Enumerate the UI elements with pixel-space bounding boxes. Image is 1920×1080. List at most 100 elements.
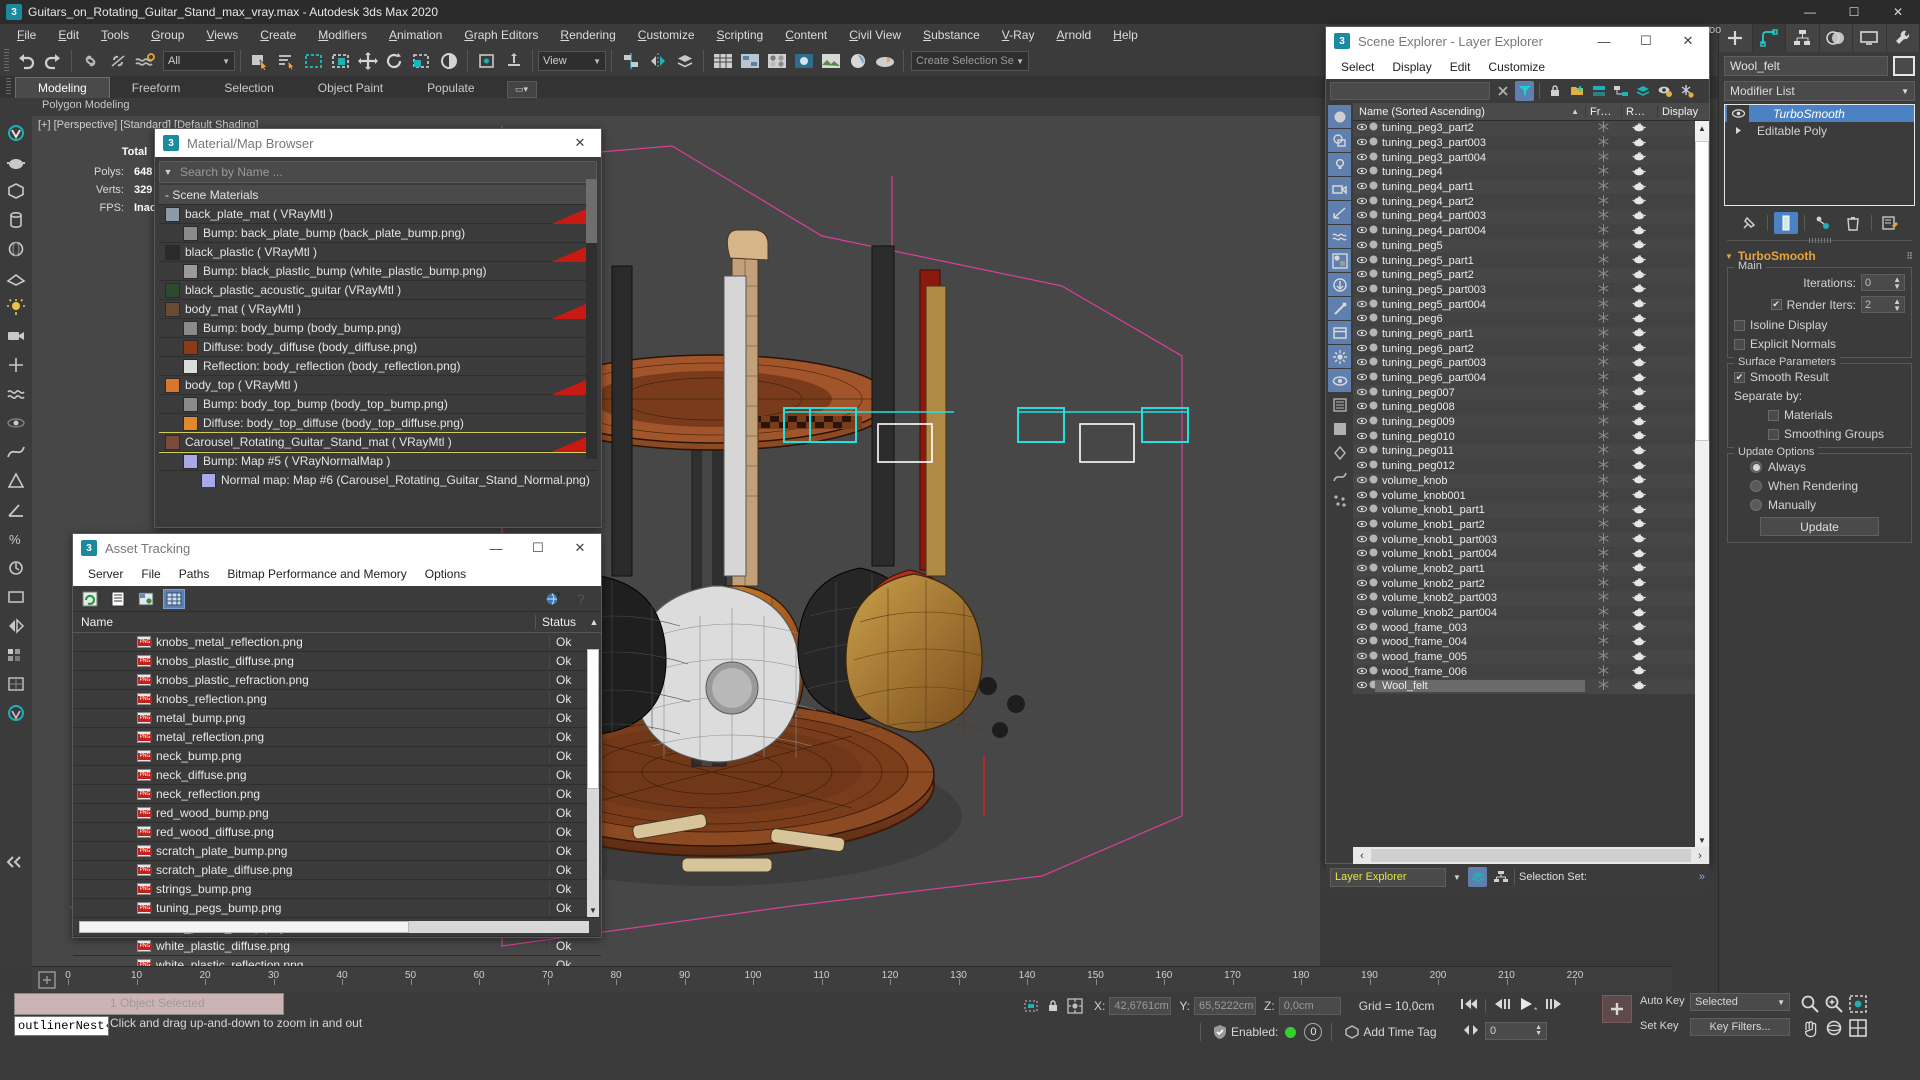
pan-view-icon[interactable] <box>1800 1018 1820 1041</box>
sphere-icon[interactable] <box>3 236 29 262</box>
chevron-down-icon[interactable]: ▼ <box>1450 873 1464 882</box>
visibility-eye-icon[interactable] <box>1356 519 1368 531</box>
scene-explorer-window[interactable]: 3 Scene Explorer - Layer Explorer — ☐ ✕ … <box>1325 26 1710 890</box>
column-name[interactable]: Name (Sorted Ascending) <box>1353 106 1571 118</box>
scene-explorer-row[interactable]: tuning_peg007 <box>1353 385 1709 401</box>
visibility-eye-icon[interactable] <box>1356 137 1368 149</box>
array-icon[interactable] <box>3 642 29 668</box>
scene-explorer-rows[interactable]: tuning_peg3_part2 tuning_peg3_part003 tuni… <box>1353 121 1709 694</box>
ribbon-tab-object-paint[interactable]: Object Paint <box>296 78 405 98</box>
layer-list-toggle-icon[interactable] <box>1468 867 1487 887</box>
frozen-cell[interactable] <box>1585 459 1621 473</box>
frozen-cell[interactable] <box>1585 268 1621 282</box>
scene-explorer-find-input[interactable] <box>1330 82 1490 100</box>
scene-object-name[interactable]: tuning_peg5_part003 <box>1375 284 1585 296</box>
key-filters-combo[interactable]: Selected ▼ <box>1690 993 1790 1011</box>
frozen-cell[interactable] <box>1585 650 1621 664</box>
manually-row[interactable]: Manually <box>1734 498 1905 512</box>
renderable-cell[interactable] <box>1621 181 1657 194</box>
filter-all-icon[interactable] <box>1328 105 1351 128</box>
scene-object-name[interactable]: volume_knob001 <box>1375 490 1585 502</box>
scroll-right-icon[interactable]: › <box>1691 850 1709 862</box>
orbit-icon[interactable] <box>1824 1018 1844 1041</box>
scene-explorer-row[interactable]: wood_frame_004 <box>1353 635 1709 650</box>
frozen-cell[interactable] <box>1585 312 1621 326</box>
renderable-cell[interactable] <box>1621 518 1657 531</box>
scene-object-name[interactable]: tuning_peg5_part2 <box>1375 269 1585 281</box>
material-row[interactable]: back_plate_mat ( VRayMtl ) <box>159 205 597 224</box>
smooth-result-checkbox[interactable]: ✔ <box>1734 371 1745 383</box>
asset-horizontal-scrollbar[interactable] <box>79 921 589 933</box>
menu-item-tools[interactable]: Tools <box>90 26 140 44</box>
menu-item-graph-editors[interactable]: Graph Editors <box>453 26 549 44</box>
renderable-cell[interactable] <box>1621 636 1657 649</box>
named-selection-sets-combo[interactable]: Create Selection Se ▼ <box>911 51 1029 71</box>
scene-object-name[interactable]: tuning_peg011 <box>1375 445 1585 457</box>
frozen-cell[interactable] <box>1585 517 1621 532</box>
scene-explorer-row[interactable]: tuning_peg3_part2 <box>1353 121 1709 136</box>
menu-item-rendering[interactable]: Rendering <box>549 26 626 44</box>
render-production-icon[interactable] <box>844 48 871 74</box>
helper-icon[interactable] <box>3 352 29 378</box>
add-layer-icon[interactable] <box>1567 81 1586 101</box>
asset-row[interactable]: knobs_reflection.pngOk <box>73 690 601 709</box>
visibility-eye-icon[interactable] <box>1356 504 1368 516</box>
scene-explorer-row[interactable]: Wool_felt <box>1353 679 1709 694</box>
bind-to-space-warp-icon[interactable] <box>131 48 158 74</box>
scene-explorer-row[interactable]: tuning_peg4_part2 <box>1353 194 1709 210</box>
menu-item-v-ray[interactable]: V-Ray <box>991 26 1046 44</box>
asset-tracking-minimize-button[interactable]: — <box>475 534 517 562</box>
scroll-up-icon[interactable]: ▲ <box>1695 121 1709 135</box>
help-question-icon[interactable]: ? <box>573 589 595 609</box>
scene-explorer-row[interactable]: volume_knob <box>1353 473 1709 489</box>
renderable-cell[interactable] <box>1621 680 1657 693</box>
frozen-cell[interactable] <box>1585 180 1621 194</box>
frozen-cell[interactable] <box>1585 444 1621 458</box>
box-icon[interactable] <box>3 178 29 204</box>
frozen-cell[interactable] <box>1585 136 1621 150</box>
asset-column-status[interactable]: Status <box>535 615 587 629</box>
scene-object-name[interactable]: wood_frame_004 <box>1375 636 1585 648</box>
scene-explorer-maximize-button[interactable]: ☐ <box>1625 27 1667 55</box>
selection-lock-icon[interactable] <box>1042 996 1064 1016</box>
frozen-cell[interactable] <box>1585 326 1621 341</box>
scene-explorer-minimize-button[interactable]: — <box>1583 27 1625 55</box>
refresh-icon[interactable] <box>79 589 101 609</box>
add-time-tag-button[interactable] <box>1602 995 1632 1023</box>
frozen-cell[interactable] <box>1585 635 1621 649</box>
always-radio[interactable] <box>1750 461 1762 473</box>
current-frame-field[interactable]: 0 ▲ ▼ <box>1485 1022 1547 1040</box>
ribbon-tab-selection[interactable]: Selection <box>202 78 295 98</box>
scene-explorer-row[interactable]: volume_knob2_part2 <box>1353 576 1709 591</box>
frozen-cell[interactable] <box>1585 253 1621 268</box>
renderable-cell[interactable] <box>1621 342 1657 355</box>
renderable-cell[interactable] <box>1621 225 1657 238</box>
asset-row[interactable]: red_wood_diffuse.pngOk <box>73 823 601 842</box>
scene-explorer-row[interactable]: volume_knob1_part1 <box>1353 502 1709 518</box>
selection-lock-region-icon[interactable] <box>1020 996 1042 1016</box>
key-mode-toggle-icon[interactable] <box>1462 1024 1480 1039</box>
expand-toolbar-icon[interactable] <box>3 849 29 875</box>
frozen-cell[interactable] <box>1585 165 1621 179</box>
scene-object-name[interactable]: tuning_peg010 <box>1375 431 1585 443</box>
scene-explorer-row[interactable]: tuning_peg011 <box>1353 444 1709 459</box>
scene-object-name[interactable]: tuning_peg6_part2 <box>1375 343 1585 355</box>
frozen-cell[interactable] <box>1585 503 1621 517</box>
scene-object-name[interactable]: tuning_peg4_part2 <box>1375 196 1585 208</box>
visibility-eye-icon[interactable] <box>1356 387 1368 399</box>
window-crossing-toggle-icon[interactable] <box>327 48 354 74</box>
percent-snap-icon[interactable]: % <box>3 526 29 552</box>
light-icon[interactable] <box>3 294 29 320</box>
help-globe-icon[interactable]: ? <box>543 589 565 609</box>
visibility-eye-icon[interactable] <box>1356 534 1368 546</box>
play-animation-icon[interactable] <box>1518 996 1538 1015</box>
menu-item-animation[interactable]: Animation <box>378 26 453 44</box>
close-button[interactable]: ✕ <box>1876 0 1920 24</box>
select-and-scale-icon[interactable] <box>408 48 435 74</box>
visibility-eye-icon[interactable] <box>1356 578 1368 590</box>
scene-object-name[interactable]: volume_knob1_part004 <box>1375 548 1585 560</box>
space-warp-icon[interactable] <box>3 381 29 407</box>
scene-explorer-vertical-scrollbar[interactable]: ▲ ▼ <box>1695 121 1709 847</box>
scene-explorer-menu-edit[interactable]: Edit <box>1441 58 1480 76</box>
material-row[interactable]: Diffuse: body_diffuse (body_diffuse.png) <box>159 338 597 357</box>
